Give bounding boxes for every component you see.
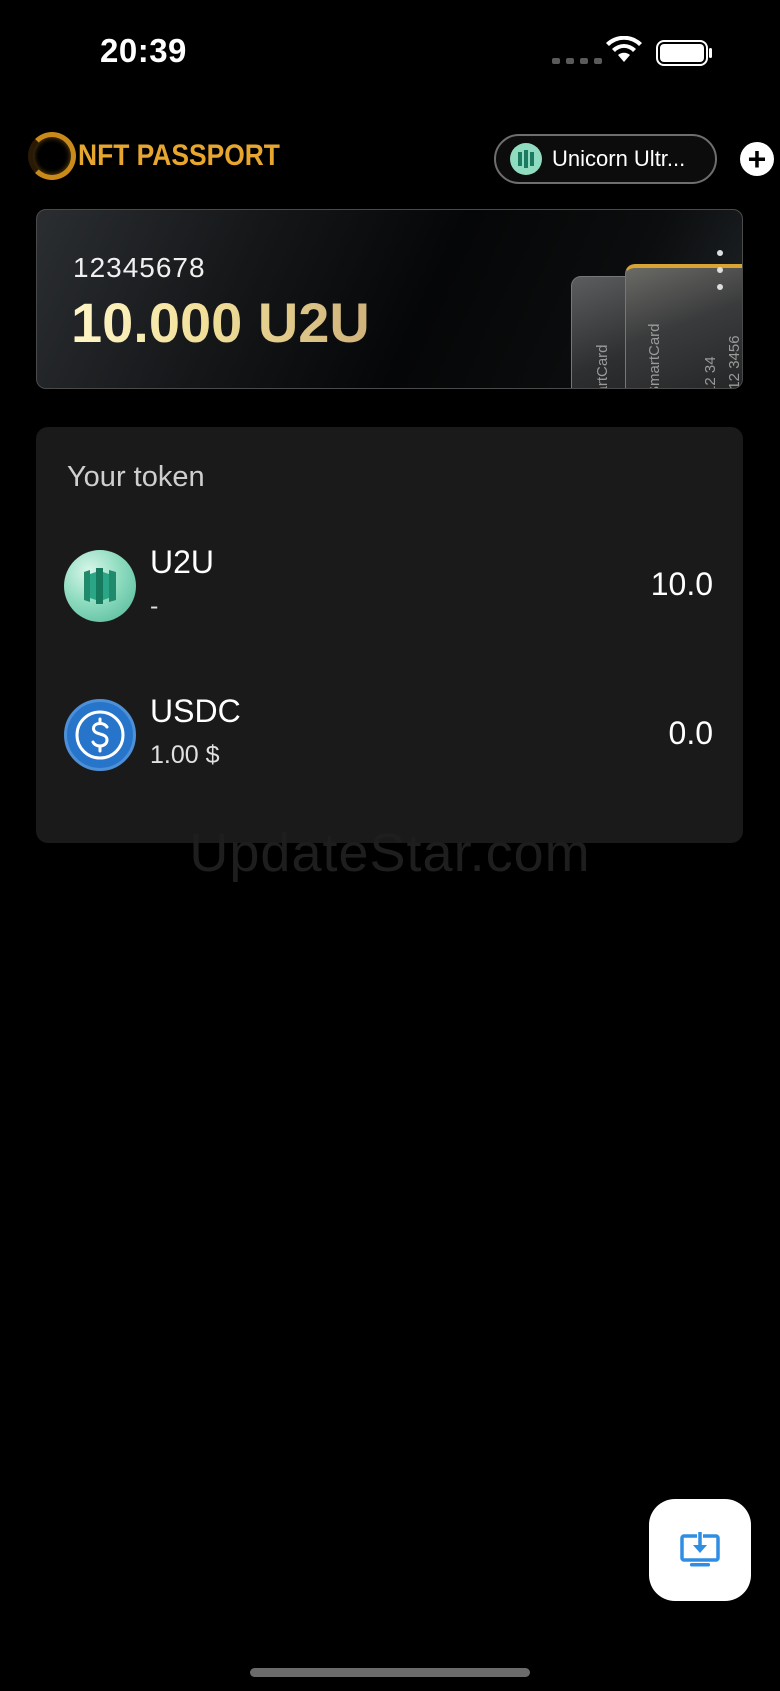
token-amount: 10.0 bbox=[650, 566, 713, 602]
account-id: 12345678 bbox=[73, 252, 206, 283]
card-number-partial: 12 34 bbox=[702, 356, 719, 389]
cellular-signal-icon bbox=[552, 58, 602, 64]
token-name: U2U bbox=[150, 544, 215, 580]
battery-icon bbox=[656, 40, 712, 66]
nft-passport-logo: NFT PASSPORT bbox=[28, 132, 307, 180]
u2u-logo-icon bbox=[64, 550, 136, 622]
token-amount: 0.0 bbox=[668, 715, 713, 751]
import-button[interactable] bbox=[649, 1499, 751, 1601]
card-text-back: SmartCard bbox=[594, 344, 611, 389]
network-label: Unicorn Ultr... bbox=[552, 146, 686, 171]
token-price: - bbox=[150, 592, 159, 620]
card-number-front: 012 3456 bbox=[726, 335, 743, 389]
balance-card[interactable]: 12345678 10.000 U2U SmartCard SmartCard … bbox=[36, 209, 743, 389]
add-button[interactable]: + bbox=[740, 142, 774, 176]
watermark: UpdateStar.com bbox=[189, 823, 591, 883]
more-options-icon[interactable] bbox=[713, 250, 727, 290]
network-selector[interactable]: Unicorn Ultr... bbox=[494, 134, 717, 184]
card-text-front: SmartCard bbox=[646, 323, 663, 389]
wallet-screen: 20:39 NFT PASSPORT Unicorn Ultr... + 123… bbox=[0, 0, 780, 1691]
wifi-icon bbox=[606, 36, 642, 62]
logo-ring-icon bbox=[28, 132, 76, 180]
token-panel: Your token U2U - 10.0 USDC 1.00 $ 0.0 bbox=[36, 427, 743, 843]
u2u-network-icon bbox=[510, 143, 542, 175]
download-to-device-icon bbox=[680, 1532, 720, 1567]
token-row-u2u[interactable]: U2U - 10.0 bbox=[36, 542, 743, 632]
token-panel-title: Your token bbox=[67, 461, 205, 493]
token-row-usdc[interactable]: USDC 1.00 $ 0.0 bbox=[36, 691, 743, 781]
status-time: 20:39 bbox=[100, 32, 187, 69]
token-price: 1.00 $ bbox=[150, 741, 220, 769]
home-indicator[interactable] bbox=[250, 1668, 530, 1677]
usdc-logo-icon bbox=[64, 699, 136, 771]
status-bar: 20:39 bbox=[0, 0, 780, 100]
token-name: USDC bbox=[150, 693, 241, 729]
app-header: NFT PASSPORT Unicorn Ultr... + bbox=[0, 128, 780, 188]
logo-text: NFT PASSPORT bbox=[78, 139, 280, 172]
balance-value: 10.000 U2U bbox=[71, 291, 370, 354]
